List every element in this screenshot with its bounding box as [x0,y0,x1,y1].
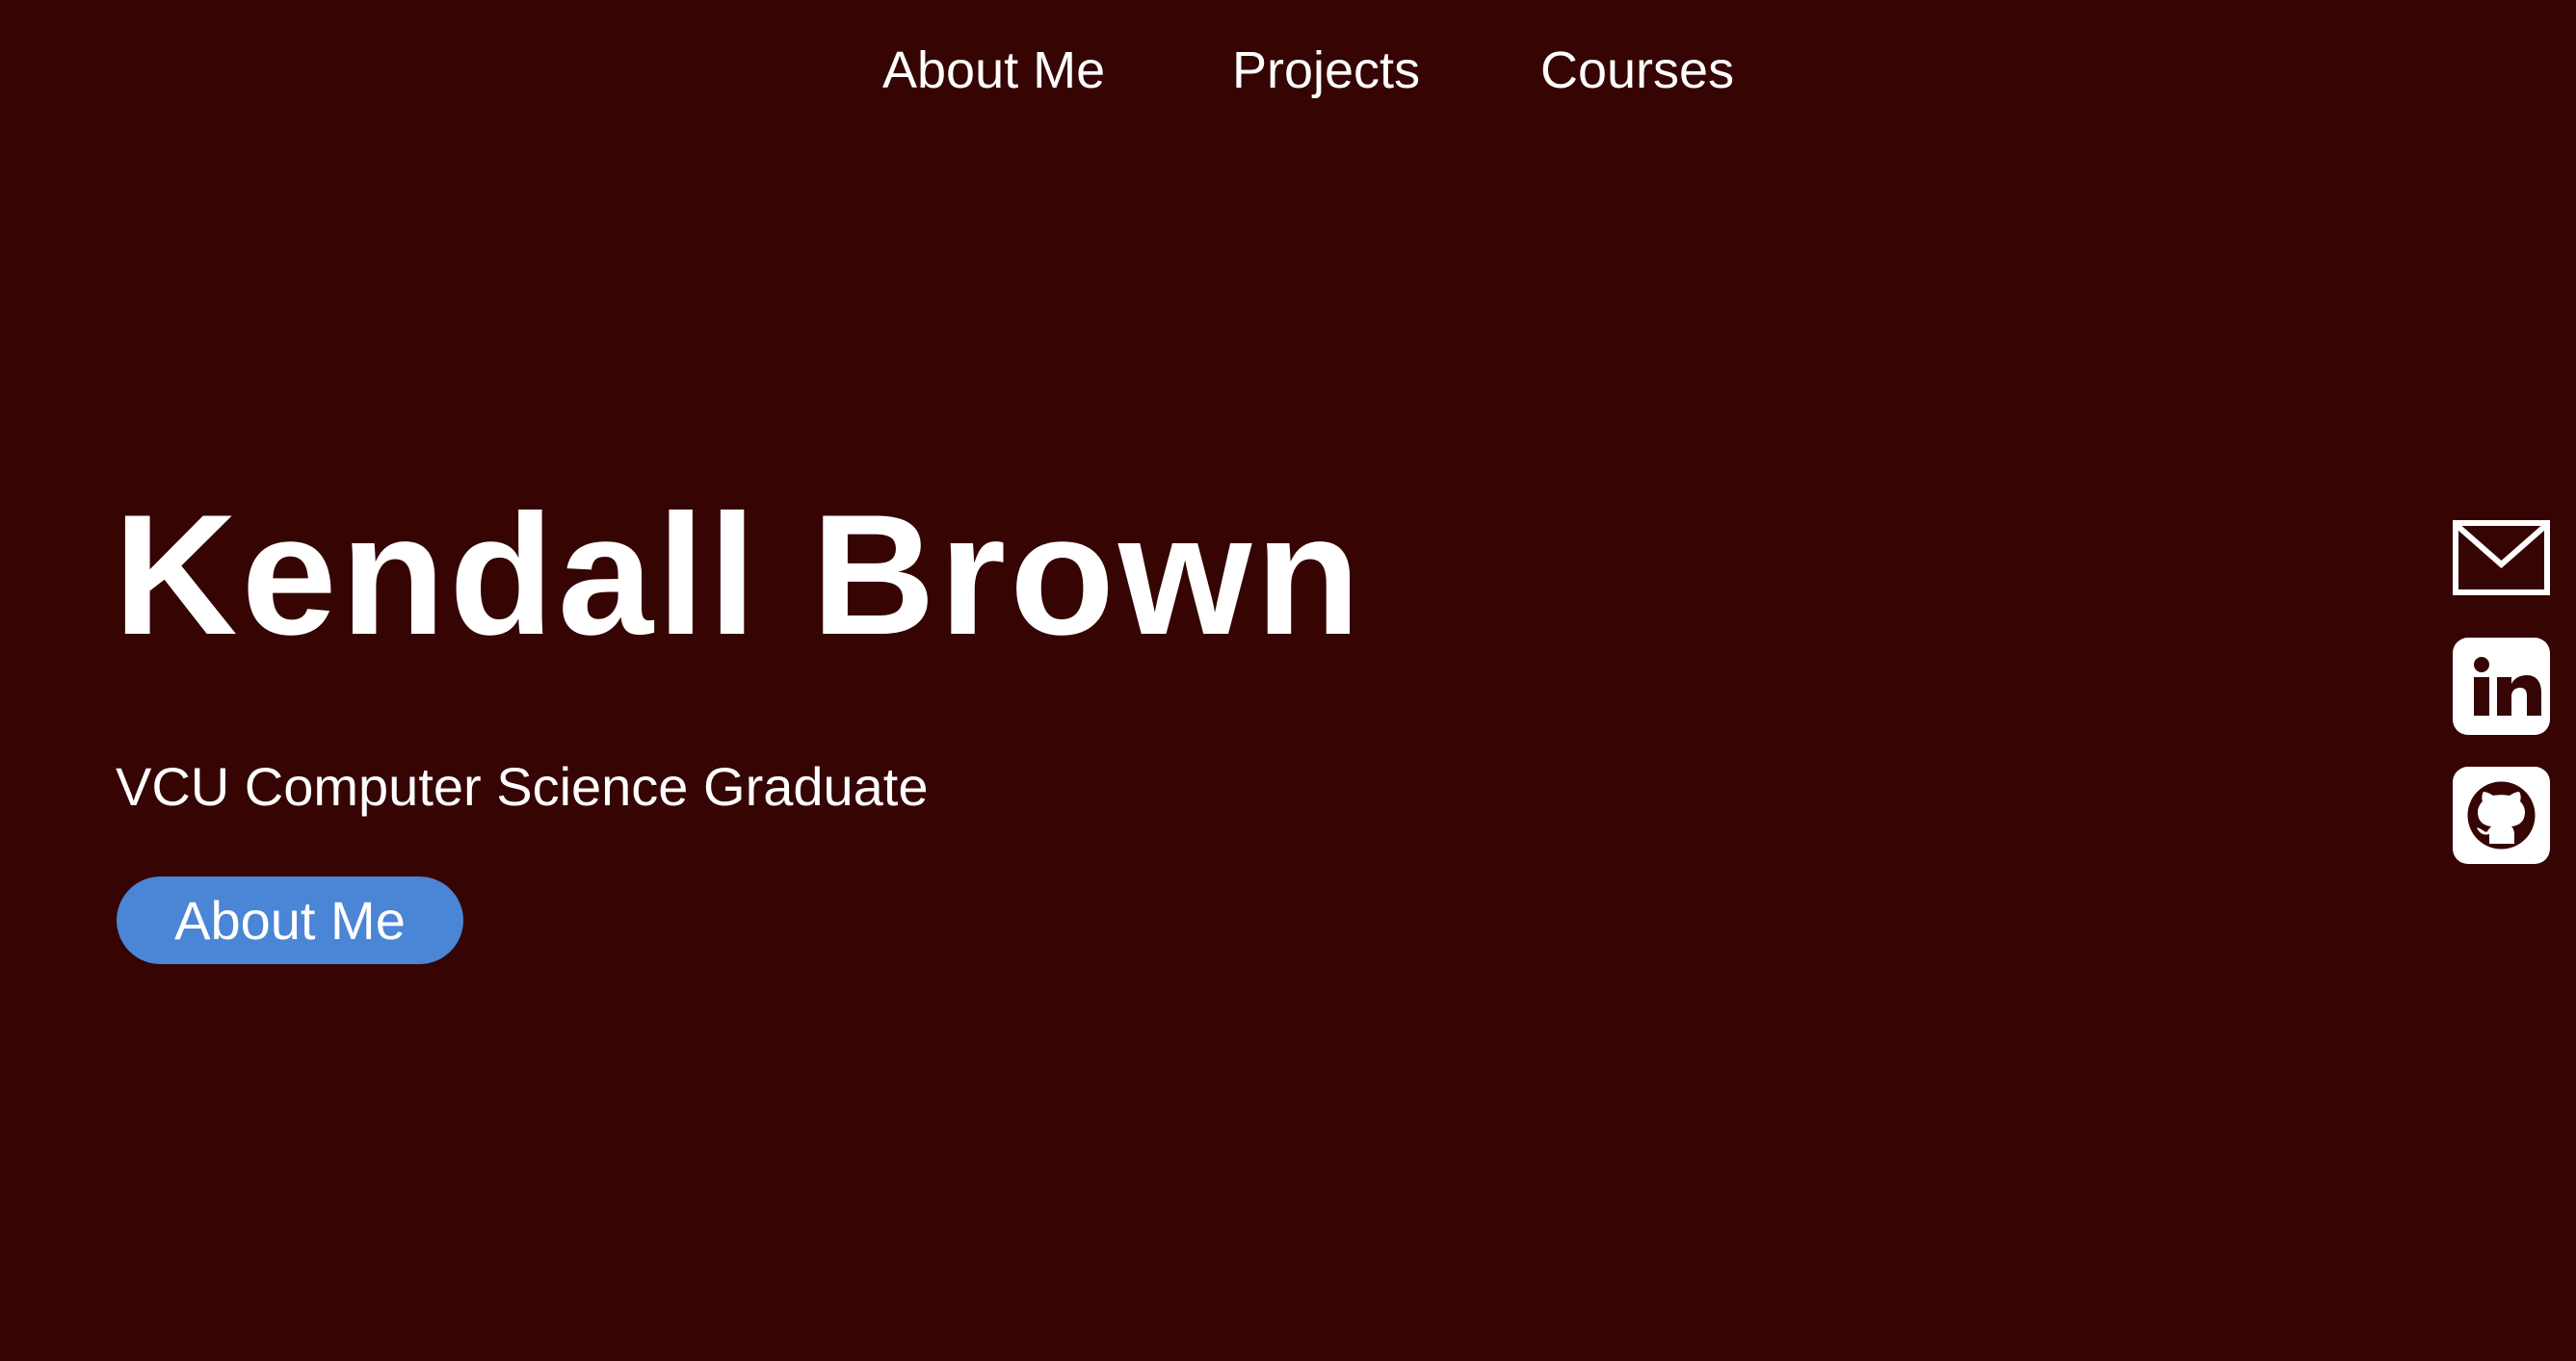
about-me-button[interactable]: About Me [117,877,463,964]
nav-link-projects[interactable]: Projects [1232,37,1420,104]
nav-link-about-me[interactable]: About Me [882,37,1105,104]
github-icon [2453,767,2550,864]
email-link[interactable] [2453,520,2550,595]
linkedin-link[interactable] [2453,638,2550,735]
github-link[interactable] [2453,767,2550,864]
page-title: Kendall Brown [114,479,1365,670]
top-navigation: About Me Projects Courses [0,0,2576,144]
linkedin-icon [2453,638,2550,735]
email-icon [2453,520,2550,595]
hero-subtitle: VCU Computer Science Graduate [116,756,929,817]
nav-link-courses[interactable]: Courses [1540,37,1734,104]
